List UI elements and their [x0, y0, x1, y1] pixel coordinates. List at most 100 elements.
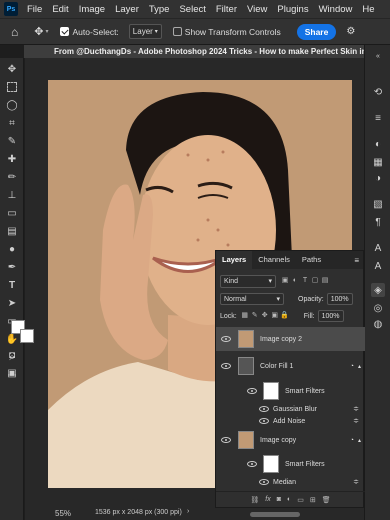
tab-channels[interactable]: Channels: [252, 251, 296, 269]
swatches-icon[interactable]: ▦: [371, 155, 385, 169]
visibility-eye-icon[interactable]: [259, 479, 269, 485]
chevron-up-icon[interactable]: ▴: [358, 437, 361, 444]
color-panel-icon[interactable]: ◐: [371, 137, 385, 151]
menu-layer[interactable]: Layer: [110, 4, 144, 15]
menu-window[interactable]: Window: [314, 4, 358, 15]
group-icon[interactable]: ▭: [297, 496, 304, 504]
pixel-filter-icon[interactable]: ▣: [280, 276, 290, 286]
auto-select-checkbox[interactable]: [60, 27, 70, 36]
libraries-icon[interactable]: ▧: [371, 197, 385, 211]
smart-filters-row[interactable]: Smart Filters: [216, 453, 365, 475]
pen-tool-icon[interactable]: ✒: [5, 260, 19, 274]
tab-layers[interactable]: Layers: [216, 251, 253, 269]
lock-position-icon[interactable]: ✥: [260, 311, 270, 321]
history-icon[interactable]: ⟲: [371, 85, 385, 99]
fx-button[interactable]: fx: [265, 496, 270, 503]
kind-filter-dropdown[interactable]: Kind ▾: [220, 274, 276, 288]
eyedropper-tool-icon[interactable]: ✎: [5, 134, 19, 148]
visibility-eye-icon[interactable]: [247, 388, 257, 394]
glyphs-icon[interactable]: A: [371, 241, 385, 255]
photoshop-app-icon[interactable]: Ps: [4, 2, 18, 16]
lasso-tool-icon[interactable]: ◯: [5, 98, 19, 112]
opacity-input[interactable]: 100%: [326, 293, 353, 305]
layer-name[interactable]: Color Fill 1: [260, 363, 293, 370]
filter-row-median[interactable]: Median ≑: [216, 476, 365, 488]
home-icon[interactable]: ⌂: [11, 25, 18, 39]
visibility-eye-icon[interactable]: [259, 406, 269, 412]
move-tool-icon[interactable]: ✥: [5, 62, 19, 76]
chevron-down-icon[interactable]: ▾: [45, 28, 48, 35]
brush-tool-icon[interactable]: ✏: [5, 170, 19, 184]
layer-row-image-copy[interactable]: Image copy ◔ ▴: [216, 428, 365, 452]
layer-name[interactable]: Image copy: [260, 437, 296, 444]
path-select-icon[interactable]: ➤: [5, 296, 19, 310]
paragraph-icon[interactable]: ¶: [371, 215, 385, 229]
share-button[interactable]: Share: [296, 23, 337, 40]
transform-controls-checkbox[interactable]: [172, 27, 182, 36]
trash-icon[interactable]: 🗑: [322, 496, 331, 504]
panel-menu-icon[interactable]: ≡: [354, 256, 359, 265]
menu-edit[interactable]: Edit: [47, 4, 73, 15]
fill-input[interactable]: 100%: [317, 310, 344, 322]
character-icon[interactable]: A: [371, 259, 385, 273]
menu-view[interactable]: View: [242, 4, 272, 15]
visibility-eye-icon[interactable]: [221, 363, 231, 369]
healing-brush-icon[interactable]: ✚: [5, 152, 19, 166]
layers-panel-icon[interactable]: ◈: [371, 283, 385, 297]
stamp-tool-icon[interactable]: ⊥: [5, 188, 19, 202]
filter-options-icon[interactable]: ≑: [353, 405, 359, 413]
menu-plugins[interactable]: Plugins: [272, 4, 313, 15]
hand-tool-icon[interactable]: ✋: [5, 332, 19, 346]
layer-row-image-copy-2[interactable]: Image copy 2: [216, 327, 365, 351]
chevron-up-icon[interactable]: ▴: [358, 363, 361, 370]
filter-options-icon[interactable]: ≑: [353, 478, 359, 486]
dodge-tool-icon[interactable]: ●: [5, 242, 19, 256]
zoom-level[interactable]: 55%: [55, 509, 71, 518]
auto-select-dropdown[interactable]: Layer ▾: [128, 24, 162, 39]
adjustment-filter-icon[interactable]: ◐: [290, 276, 300, 286]
eraser-tool-icon[interactable]: ▭: [5, 206, 19, 220]
menu-select[interactable]: Select: [174, 4, 210, 15]
filter-row-gaussian-blur[interactable]: Gaussian Blur ≑: [216, 403, 365, 415]
horizontal-scrollbar[interactable]: [250, 512, 300, 517]
move-tool-icon[interactable]: ✥: [34, 25, 43, 38]
add-mask-icon[interactable]: ◙: [277, 496, 281, 503]
crop-tool-icon[interactable]: ⌗: [5, 116, 19, 130]
shape-filter-icon[interactable]: ▢: [310, 276, 320, 286]
link-layers-icon[interactable]: ⛓: [250, 496, 259, 504]
quick-mask-icon[interactable]: ◘: [5, 348, 19, 362]
document-tab[interactable]: From @DucthangDs - Adobe Photoshop 2024 …: [24, 45, 364, 58]
lock-transparency-icon[interactable]: ▦: [240, 311, 250, 321]
blend-mode-dropdown[interactable]: Normal ▾: [220, 293, 284, 305]
lock-all-icon[interactable]: 🔒: [280, 311, 290, 321]
screen-mode-icon[interactable]: ▣: [5, 366, 19, 380]
smart-object-filter-icon[interactable]: ▤: [320, 276, 330, 286]
adjustments-icon[interactable]: ◑: [371, 171, 385, 185]
adjustment-layer-icon[interactable]: ◐: [287, 496, 291, 503]
marquee-tool-icon[interactable]: [7, 82, 17, 92]
filter-options-icon[interactable]: ≑: [353, 417, 359, 425]
lock-pixels-icon[interactable]: ✎: [250, 311, 260, 321]
background-color-swatch[interactable]: [20, 329, 34, 343]
channels-icon[interactable]: ◎: [371, 301, 385, 315]
tab-paths[interactable]: Paths: [296, 251, 327, 269]
panel-collapse-icon[interactable]: «: [371, 49, 385, 63]
filter-row-add-noise[interactable]: Add Noise ≑: [216, 415, 365, 427]
settings-icon[interactable]: ⚙: [346, 26, 355, 37]
visibility-eye-icon[interactable]: [221, 437, 231, 443]
paths-icon[interactable]: ◍: [371, 317, 385, 331]
properties-icon[interactable]: ≡: [371, 111, 385, 125]
visibility-eye-icon[interactable]: [221, 336, 231, 342]
layer-row-color-fill-1[interactable]: Color Fill 1 ◔ ▴: [216, 354, 365, 378]
type-filter-icon[interactable]: T: [300, 276, 310, 286]
visibility-eye-icon[interactable]: [247, 461, 257, 467]
menu-type[interactable]: Type: [144, 4, 175, 15]
layer-name[interactable]: Image copy 2: [260, 336, 302, 343]
menu-image[interactable]: Image: [74, 4, 110, 15]
menu-filter[interactable]: Filter: [211, 4, 242, 15]
gradient-tool-icon[interactable]: ▤: [5, 224, 19, 238]
new-layer-icon[interactable]: ⊞: [310, 496, 316, 504]
smart-filters-row[interactable]: Smart Filters: [216, 380, 365, 402]
type-tool-icon[interactable]: T: [5, 278, 19, 292]
lock-artboard-icon[interactable]: ▣: [270, 311, 280, 321]
